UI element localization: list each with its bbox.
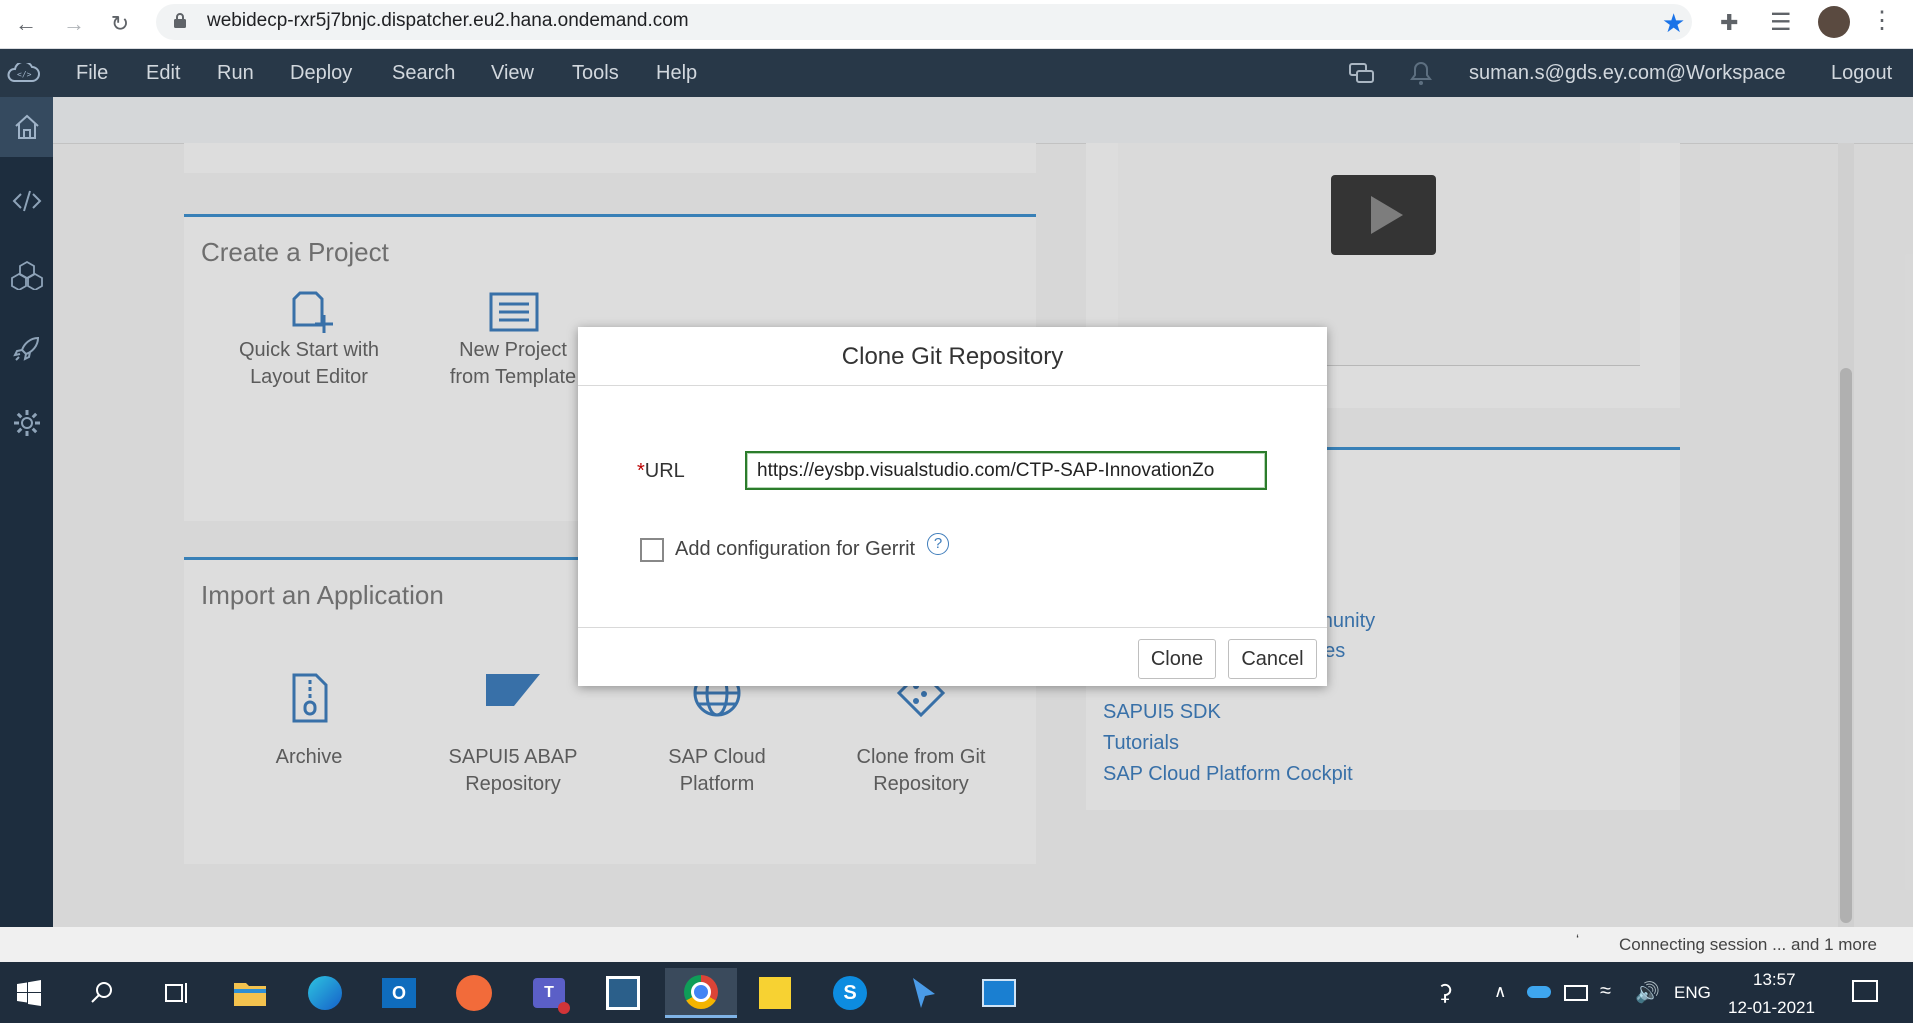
- language-indicator[interactable]: ENG: [1674, 983, 1711, 1003]
- dialog-footer: Clone Cancel: [578, 627, 1327, 687]
- menu-file[interactable]: File: [76, 49, 108, 97]
- chrome-icon[interactable]: [665, 968, 737, 1018]
- tray-chevron-icon[interactable]: ∧: [1494, 982, 1506, 1002]
- forward-icon[interactable]: →: [58, 8, 90, 40]
- home-icon: [14, 114, 39, 139]
- svg-text:</>: </>: [17, 70, 32, 79]
- menu-run[interactable]: Run: [217, 49, 254, 97]
- status-bar: ‘ Connecting session ... and 1 more: [0, 927, 1913, 962]
- app-bracket-icon[interactable]: [598, 968, 648, 1018]
- browser-toolbar: ← → ↻ webidecp-rxr5j7bnjc.dispatcher.eu2…: [0, 0, 1913, 49]
- user-account-label[interactable]: suman.s@gds.ey.com@Workspace: [1469, 49, 1786, 97]
- cancel-button[interactable]: Cancel: [1228, 639, 1317, 679]
- menu-search[interactable]: Search: [392, 49, 455, 97]
- action-center-icon[interactable]: [1852, 980, 1878, 1002]
- volume-icon[interactable]: 🔊: [1635, 980, 1660, 1005]
- notification-bell-icon[interactable]: [1410, 61, 1432, 87]
- url-text[interactable]: webidecp-rxr5j7bnjc.dispatcher.eu2.hana.…: [207, 10, 689, 32]
- dialog-title: Clone Git Repository: [578, 327, 1327, 386]
- wifi-icon[interactable]: ≈: [1600, 980, 1611, 1003]
- battery-icon[interactable]: [1564, 985, 1588, 1001]
- cloud-logo-icon: </>: [7, 63, 40, 82]
- left-sidebar: [0, 97, 53, 927]
- lock-icon: [174, 13, 186, 28]
- app-menubar: </> File Edit Run Deploy Search View Too…: [0, 49, 1913, 97]
- clone-git-dialog: Clone Git Repository *URL https://eysbp.…: [578, 327, 1327, 686]
- sidebar-development[interactable]: [0, 171, 53, 231]
- reading-list-icon[interactable]: ☰: [1770, 8, 1792, 37]
- outlook-icon[interactable]: O: [374, 968, 424, 1018]
- menu-edit[interactable]: Edit: [146, 49, 180, 97]
- pointer-app-icon[interactable]: [899, 968, 949, 1018]
- profile-avatar[interactable]: [1818, 6, 1850, 38]
- sidebar-storyboard[interactable]: [0, 245, 53, 305]
- sidebar-preferences[interactable]: [0, 393, 53, 453]
- url-input-value: https://eysbp.visualstudio.com/CTP-SAP-I…: [757, 460, 1215, 481]
- sticky-notes-icon[interactable]: [750, 968, 800, 1018]
- code-icon: [12, 190, 41, 212]
- gear-icon: [13, 410, 40, 436]
- logout-link[interactable]: Logout: [1831, 49, 1892, 97]
- menu-view[interactable]: View: [491, 49, 534, 97]
- url-input[interactable]: https://eysbp.visualstudio.com/CTP-SAP-I…: [745, 451, 1267, 490]
- required-mark: *: [637, 460, 645, 482]
- menu-deploy[interactable]: Deploy: [290, 49, 352, 97]
- people-icon[interactable]: ⚳: [1437, 980, 1453, 1006]
- extensions-icon[interactable]: ✚: [1720, 10, 1738, 36]
- cubes-icon: [10, 260, 43, 290]
- bookmark-star-icon[interactable]: ★: [1662, 8, 1685, 39]
- spinner-icon: ‘: [1576, 931, 1580, 947]
- edge-icon[interactable]: [300, 968, 350, 1018]
- file-explorer-icon[interactable]: [225, 968, 275, 1018]
- back-icon[interactable]: ←: [10, 8, 42, 40]
- rocket-icon: [12, 336, 39, 361]
- sidebar-home[interactable]: [0, 97, 53, 157]
- clone-button[interactable]: Clone: [1138, 639, 1216, 679]
- remote-desktop-icon[interactable]: [974, 968, 1024, 1018]
- windows-start-icon[interactable]: [4, 968, 54, 1018]
- clock-time[interactable]: 13:57: [1753, 970, 1796, 990]
- gerrit-label: Add configuration for Gerrit: [675, 538, 916, 560]
- windows-taskbar: [0, 962, 1913, 1023]
- teams-icon[interactable]: T: [524, 968, 574, 1018]
- status-text: Connecting session ... and 1 more: [1619, 935, 1877, 954]
- browser-menu-icon[interactable]: ⋮: [1870, 6, 1894, 35]
- sidebar-deploy[interactable]: [0, 319, 53, 379]
- postman-icon[interactable]: [449, 968, 499, 1018]
- url-label-text: URL: [644, 460, 685, 482]
- menu-help[interactable]: Help: [656, 49, 697, 97]
- skype-icon[interactable]: S: [825, 968, 875, 1018]
- gerrit-checkbox[interactable]: [640, 538, 664, 562]
- task-view-icon[interactable]: [151, 968, 201, 1018]
- reload-icon[interactable]: ↻: [104, 8, 136, 40]
- search-icon[interactable]: [77, 968, 127, 1018]
- help-icon[interactable]: ?: [927, 533, 949, 555]
- clock-date[interactable]: 12-01-2021: [1728, 998, 1815, 1018]
- menu-tools[interactable]: Tools: [572, 49, 619, 97]
- onedrive-icon[interactable]: [1527, 986, 1551, 998]
- url-label: *URL: [637, 460, 685, 483]
- chat-icon[interactable]: [1348, 62, 1376, 86]
